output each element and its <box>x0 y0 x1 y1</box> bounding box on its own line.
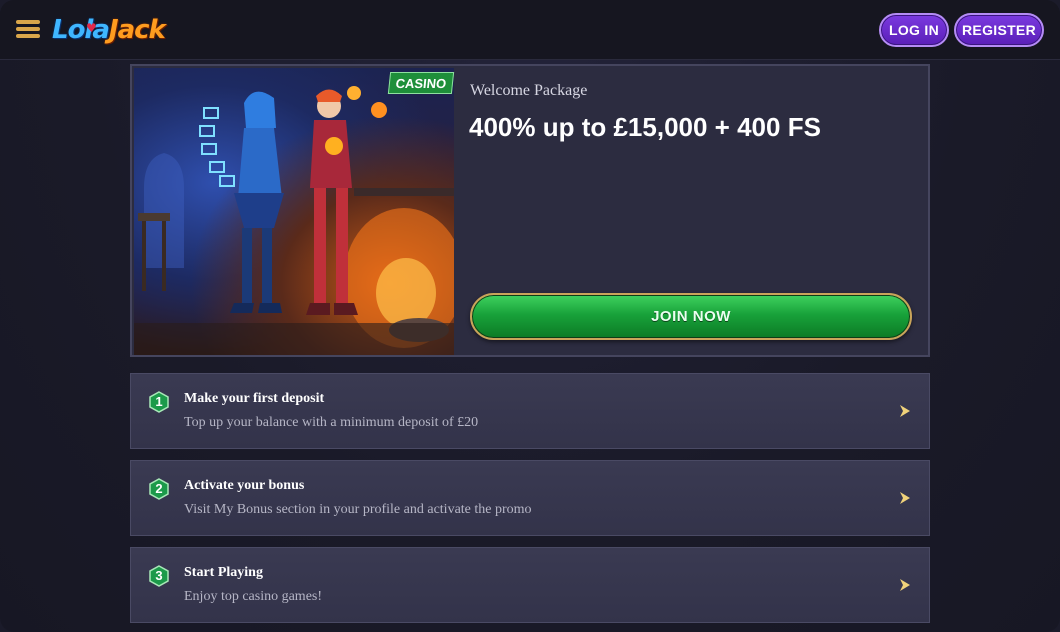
casino-tag-badge: CASINO <box>387 72 455 94</box>
step-item[interactable]: 3 Start Playing Enjoy top casino games! <box>130 547 930 623</box>
hexagon-number-badge-icon: 1 <box>149 391 169 413</box>
chevron-right-icon <box>900 405 910 417</box>
chevron-right-icon <box>900 579 910 591</box>
page-frame: LolaJack ♥ LOG IN REGISTER CASINO Welcom… <box>0 0 1060 632</box>
step-title: Make your first deposit <box>184 391 325 406</box>
hexagon-number-badge-icon: 2 <box>149 478 169 500</box>
step-title: Start Playing <box>184 565 263 580</box>
top-header: LolaJack ♥ LOG IN REGISTER <box>0 0 1060 60</box>
login-button[interactable]: LOG IN <box>879 13 949 47</box>
promo-illustration <box>134 68 454 355</box>
step-number: 3 <box>155 568 163 583</box>
promo-artwork <box>134 86 454 355</box>
hamburger-menu-icon[interactable] <box>16 20 40 38</box>
promo-subtitle: Welcome Package <box>470 82 588 99</box>
join-now-label: JOIN NOW <box>651 308 731 325</box>
step-number: 2 <box>155 481 163 496</box>
step-title: Activate your bonus <box>184 478 305 493</box>
logo-text-lola: Lola <box>52 15 110 45</box>
chevron-right-icon <box>900 492 910 504</box>
promo-title: 400% up to £15,000 + 400 FS <box>469 112 821 142</box>
logo-text-jack: Jack <box>108 15 166 45</box>
register-button[interactable]: REGISTER <box>954 13 1044 47</box>
step-description: Visit My Bonus section in your profile a… <box>184 502 532 517</box>
step-item[interactable]: 2 Activate your bonus Visit My Bonus sec… <box>130 460 930 536</box>
step-number: 1 <box>155 394 163 409</box>
step-item[interactable]: 1 Make your first deposit Top up your ba… <box>130 373 930 449</box>
step-description: Top up your balance with a minimum depos… <box>184 415 479 430</box>
join-now-button[interactable]: JOIN NOW <box>470 293 912 340</box>
hexagon-number-badge-icon: 3 <box>149 565 169 587</box>
site-logo[interactable]: LolaJack ♥ <box>52 10 166 50</box>
step-description: Enjoy top casino games! <box>184 589 323 604</box>
heart-icon: ♥ <box>86 21 97 35</box>
